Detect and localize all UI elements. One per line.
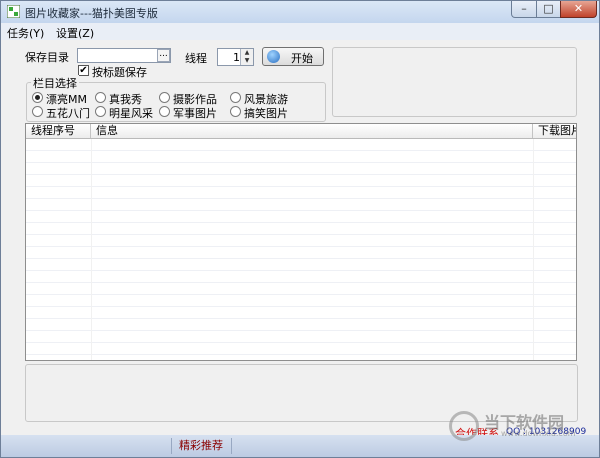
radio-label-7[interactable]: 搞笑图片	[244, 105, 288, 121]
close-icon: ✕	[573, 2, 584, 15]
window-title: 图片收藏家---猫扑美图专版	[25, 7, 158, 20]
status-cell	[3, 438, 172, 454]
menu-settings[interactable]: 设置(Z)	[56, 25, 94, 41]
radio-category-2[interactable]	[159, 92, 170, 103]
radio-category-7[interactable]	[230, 106, 241, 117]
app-icon	[7, 5, 20, 18]
maximize-button[interactable]: □	[536, 1, 561, 18]
maximize-icon: □	[543, 2, 554, 15]
spinner-buttons[interactable]: ▲ ▼	[240, 49, 253, 65]
column-download-count[interactable]: 下载图片数	[533, 124, 576, 138]
spin-up-icon[interactable]: ▲	[241, 49, 253, 57]
globe-icon	[267, 50, 280, 63]
column-divider	[533, 139, 534, 360]
category-group: 栏目选择 漂亮MM 真我秀 摄影作品 风景旅游 五花八门 明星风采 军事图片 搞…	[26, 75, 326, 122]
start-button[interactable]: 开始	[262, 47, 324, 66]
minimize-button[interactable]: –	[511, 1, 537, 18]
menu-task[interactable]: 任务(Y)	[7, 25, 44, 41]
client-area: 保存目录 ... ✔ 按标题保存 线程 1 ▲ ▼ 开始 栏目选择 漂亮MM 真…	[1, 40, 599, 440]
app-window: 图片收藏家---猫扑美图专版 – □ ✕ 任务(Y) 设置(Z) 保存目录 ..…	[0, 0, 600, 458]
title-save-checkbox[interactable]: ✔	[78, 65, 89, 76]
watermark-subtitle: www.downxia.com	[501, 429, 576, 438]
watermark-logo-icon	[449, 411, 479, 441]
list-header: 线程序号 信息 下载图片数	[26, 124, 576, 139]
radio-category-1[interactable]	[95, 92, 106, 103]
threads-label: 线程	[185, 52, 207, 65]
list-body[interactable]	[26, 139, 576, 360]
start-button-label: 开始	[291, 52, 313, 65]
radio-category-4[interactable]	[32, 106, 43, 117]
column-thread-no[interactable]: 线程序号	[26, 124, 91, 138]
radio-label-5[interactable]: 明星风采	[109, 105, 153, 121]
radio-label-4[interactable]: 五花八门	[46, 105, 90, 121]
category-group-title: 栏目选择	[31, 75, 79, 91]
preview-panel	[332, 47, 577, 117]
radio-category-0[interactable]	[32, 92, 43, 103]
column-divider	[91, 139, 92, 360]
title-save-label[interactable]: 按标题保存	[92, 64, 147, 80]
threads-value[interactable]: 1	[218, 51, 240, 64]
radio-label-6[interactable]: 军事图片	[173, 105, 217, 121]
save-dir-label: 保存目录	[25, 51, 69, 64]
minimize-icon: –	[521, 2, 527, 15]
close-button[interactable]: ✕	[560, 1, 597, 18]
radio-category-5[interactable]	[95, 106, 106, 117]
menu-bar: 任务(Y) 设置(Z)	[1, 23, 599, 40]
browse-button[interactable]: ...	[157, 49, 170, 62]
recommend-link[interactable]: 精彩推荐	[179, 437, 223, 453]
watermark: 当下软件园 www.downxia.com	[449, 409, 594, 443]
radio-category-6[interactable]	[159, 106, 170, 117]
column-info[interactable]: 信息	[91, 124, 533, 138]
radio-category-3[interactable]	[230, 92, 241, 103]
title-bar[interactable]: 图片收藏家---猫扑美图专版 – □ ✕	[1, 1, 599, 23]
threads-spinner[interactable]: 1 ▲ ▼	[217, 48, 254, 66]
spin-down-icon[interactable]: ▼	[241, 57, 253, 65]
thread-list[interactable]: 线程序号 信息 下载图片数	[25, 123, 577, 361]
